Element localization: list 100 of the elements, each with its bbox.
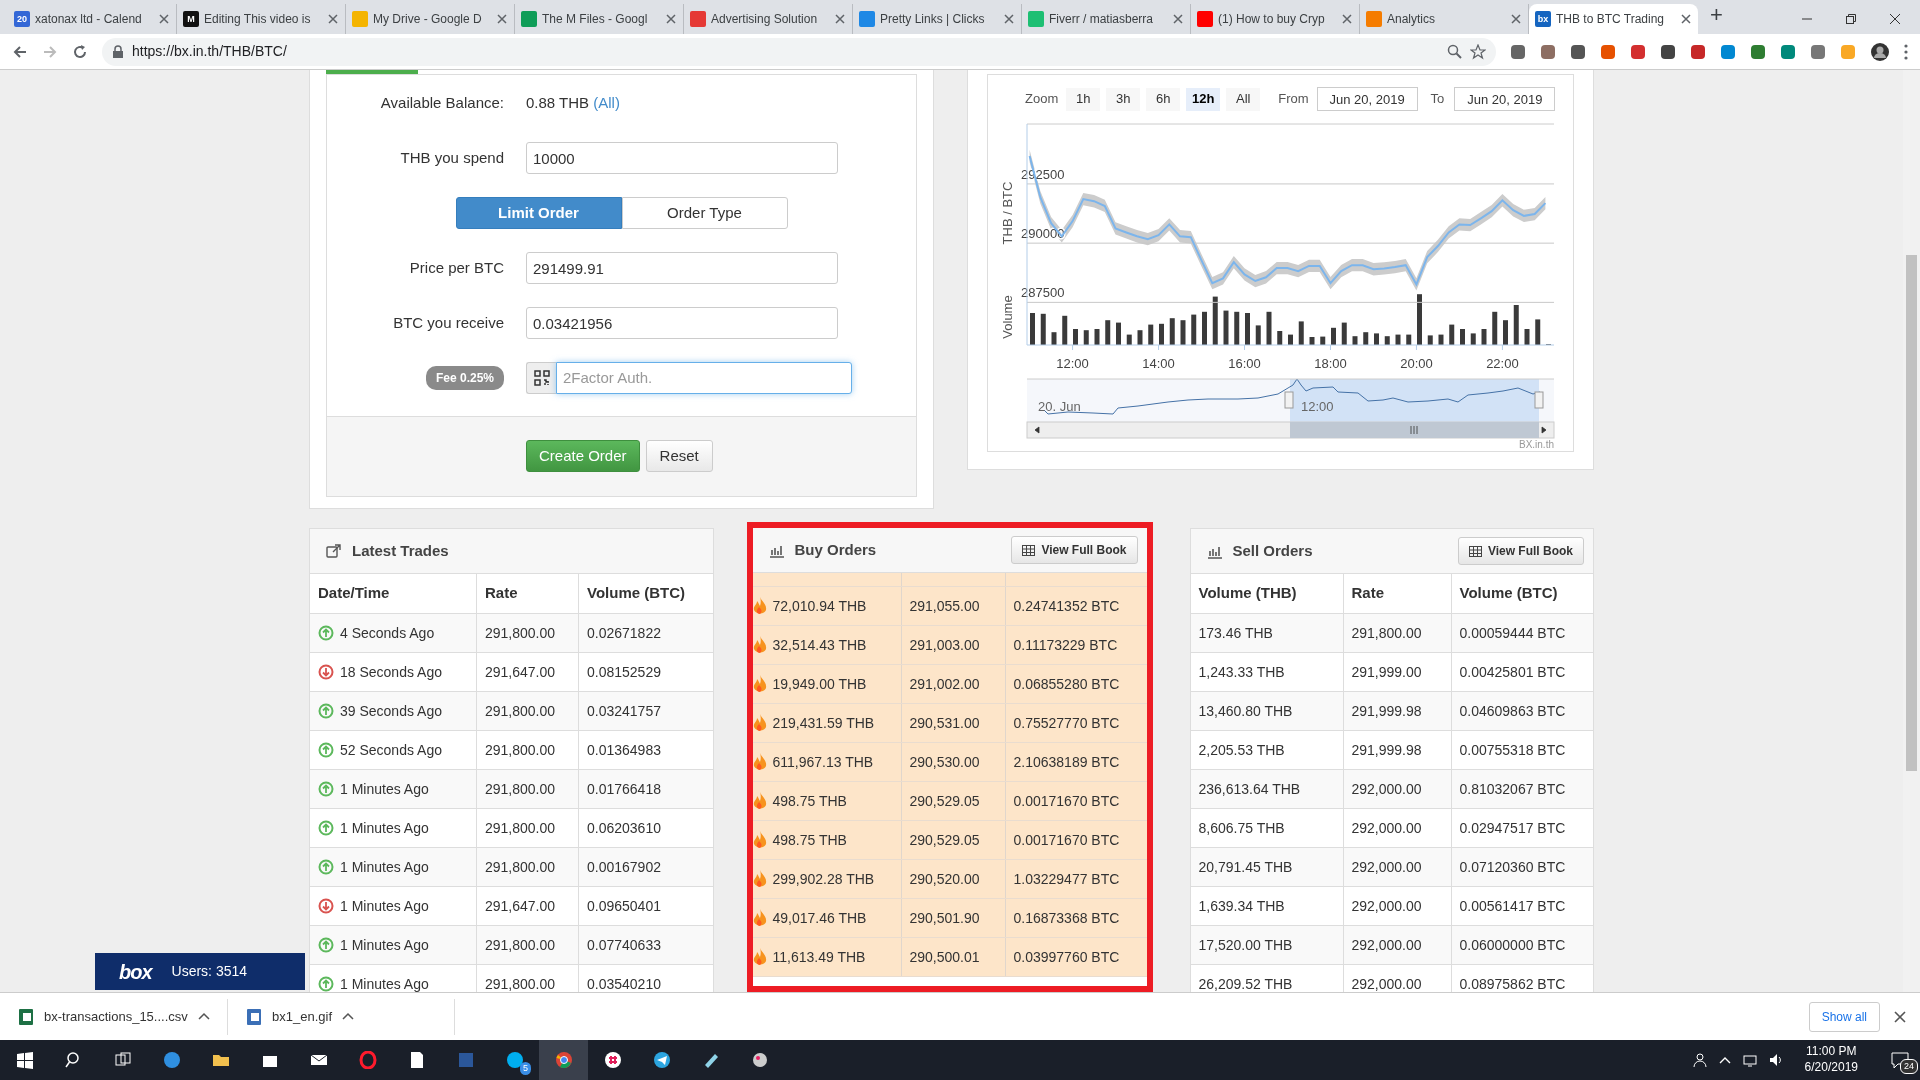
file-name: bx1_en.gif bbox=[272, 1007, 332, 1026]
field-label: Price per BTC bbox=[408, 257, 504, 278]
close-icon[interactable] bbox=[158, 13, 170, 25]
zoom-option[interactable]: 3h bbox=[1106, 87, 1141, 111]
zoom-option[interactable]: 1h bbox=[1066, 87, 1101, 111]
table-cell-text: 0.07740633 bbox=[586, 935, 662, 955]
table-cell-text: 0.03997760 BTC bbox=[1012, 947, 1121, 967]
close-icon[interactable] bbox=[665, 13, 677, 25]
download-item[interactable]: bx-transactions_15....csv bbox=[0, 998, 228, 1035]
users-count: Users: 3514 bbox=[171, 962, 248, 981]
reload-icon[interactable] bbox=[72, 43, 88, 60]
axis-tick-label: 16:00 bbox=[1228, 356, 1261, 371]
table-cell-text: 0.01364983 bbox=[586, 740, 662, 760]
axis-label: Volume bbox=[1000, 295, 1015, 339]
caret-icon[interactable] bbox=[342, 1012, 354, 1021]
table-cell: 291,003.00 bbox=[901, 626, 1006, 664]
table-cell-text: 1 Minutes Ago bbox=[340, 974, 429, 992]
tab-title: My Drive - Google D bbox=[373, 11, 483, 28]
close-icon[interactable] bbox=[1003, 13, 1015, 25]
from-date-field[interactable]: Jun 20, 2019 bbox=[1316, 87, 1418, 111]
close-icon[interactable] bbox=[327, 13, 339, 25]
auth-code-field[interactable]: 2Factor Auth. bbox=[556, 362, 852, 394]
star-icon[interactable] bbox=[1470, 43, 1486, 60]
column-header: Volume (BTC) bbox=[1458, 583, 1559, 604]
table-cell-text: 19,949.00 THB bbox=[772, 674, 867, 694]
extension-icon[interactable] bbox=[1630, 43, 1646, 60]
table-cell-text: 18 Seconds Ago bbox=[340, 662, 442, 682]
windows-icon[interactable] bbox=[15, 1051, 34, 1069]
close-icon[interactable] bbox=[1341, 13, 1353, 25]
tab-favicon: M bbox=[183, 11, 199, 27]
table-cell-text: 0.00561417 BTC bbox=[1458, 896, 1567, 916]
close-icon[interactable] bbox=[1890, 14, 1900, 24]
table-cell-text: 0.03540210 bbox=[586, 974, 662, 992]
tab-title: Fiverr / matiasberra bbox=[1049, 11, 1155, 28]
zoom-option[interactable]: 12h bbox=[1186, 87, 1221, 111]
panel-title: Latest Trades bbox=[352, 540, 449, 561]
price-field[interactable]: 291499.91 bbox=[526, 252, 838, 284]
extension-icon[interactable] bbox=[1510, 43, 1526, 60]
view-full-book-button[interactable]: View Full Book bbox=[1011, 536, 1138, 564]
navigator-scrollbar[interactable] bbox=[1026, 421, 1555, 439]
tab-favicon: 20 bbox=[14, 11, 30, 27]
close-icon[interactable] bbox=[834, 13, 846, 25]
extension-icon[interactable] bbox=[1750, 43, 1766, 60]
zoom-option[interactable]: All bbox=[1226, 87, 1261, 111]
close-icon[interactable] bbox=[1894, 1010, 1906, 1023]
network-icon[interactable] bbox=[1742, 1053, 1757, 1067]
telegram-icon[interactable] bbox=[652, 1051, 671, 1069]
column-header: Rate bbox=[1343, 574, 1452, 613]
extension-icon[interactable] bbox=[1660, 43, 1676, 60]
zoom-option[interactable]: 6h bbox=[1146, 87, 1181, 111]
extension-icon[interactable] bbox=[1780, 43, 1796, 60]
volume-icon[interactable] bbox=[1768, 1053, 1783, 1067]
table-cell: 1,243.33 THB bbox=[1190, 653, 1344, 691]
table-cell: 292,000.00 bbox=[1343, 809, 1452, 847]
table-cell: 292,000.00 bbox=[1343, 926, 1452, 964]
reset-button[interactable]: Reset bbox=[645, 440, 713, 472]
people-icon[interactable] bbox=[1692, 1052, 1707, 1068]
table-cell-text: 72,010.94 THB bbox=[772, 596, 867, 616]
extension-icon[interactable] bbox=[1810, 43, 1826, 60]
address-bar[interactable]: https://bx.in.th/THB/BTC/ bbox=[102, 37, 1496, 66]
menu-icon[interactable] bbox=[1904, 43, 1908, 60]
receive-field[interactable]: 0.03421956 bbox=[526, 307, 838, 339]
table-cell: 291,055.00 bbox=[901, 587, 1006, 625]
show-all-button[interactable]: Show all bbox=[1808, 1001, 1880, 1032]
opera-icon[interactable] bbox=[358, 1051, 377, 1069]
order-type-tab[interactable]: Order Type bbox=[621, 197, 788, 229]
table-cell-text: 1.03229477 BTC bbox=[1012, 869, 1121, 889]
table-cell: 290,529.05 bbox=[901, 782, 1006, 820]
table-cell: 291,800.00 bbox=[477, 614, 579, 652]
caret-icon[interactable] bbox=[197, 1012, 210, 1021]
avatar-icon[interactable] bbox=[1870, 41, 1890, 62]
tab-title: xatonax ltd - Calend bbox=[35, 11, 143, 28]
to-date-field[interactable]: Jun 20, 2019 bbox=[1454, 87, 1556, 111]
extension-icon[interactable] bbox=[1570, 43, 1586, 60]
spend-field[interactable]: 10000 bbox=[526, 142, 838, 174]
tab-title: THB to BTC Trading bbox=[1556, 11, 1666, 28]
extension-icon[interactable] bbox=[1690, 43, 1706, 60]
table-cell: 8,606.75 THB bbox=[1190, 809, 1344, 847]
zoom-icon[interactable] bbox=[1447, 44, 1462, 59]
restore-icon[interactable] bbox=[1846, 14, 1856, 24]
chrome-icon[interactable] bbox=[554, 1051, 573, 1069]
extension-icon[interactable] bbox=[1540, 43, 1556, 60]
close-icon[interactable] bbox=[1172, 13, 1184, 25]
view-full-book-button[interactable]: View Full Book bbox=[1457, 537, 1584, 565]
download-item[interactable]: bx1_en.gif bbox=[228, 998, 455, 1035]
zoom-label: Zoom bbox=[1025, 90, 1059, 109]
order-type-tab[interactable]: Limit Order bbox=[455, 197, 622, 229]
close-icon[interactable] bbox=[1680, 13, 1692, 25]
new-tab-button[interactable]: + bbox=[1710, 0, 1723, 31]
axis-tick-label: 290000 bbox=[1021, 226, 1065, 242]
slack-icon[interactable] bbox=[603, 1051, 622, 1069]
task-view-icon[interactable] bbox=[113, 1051, 132, 1069]
browser-tab[interactable]: bx THB to BTC Trading bbox=[1529, 4, 1698, 34]
table-cell: 1,639.34 THB bbox=[1190, 887, 1344, 925]
qr-code-icon[interactable] bbox=[526, 362, 556, 394]
all-link[interactable]: (All) bbox=[593, 93, 620, 111]
back-icon[interactable] bbox=[12, 43, 28, 60]
close-icon[interactable] bbox=[1510, 13, 1522, 25]
close-icon[interactable] bbox=[496, 13, 508, 25]
scrollbar-thumb[interactable] bbox=[1906, 255, 1917, 771]
